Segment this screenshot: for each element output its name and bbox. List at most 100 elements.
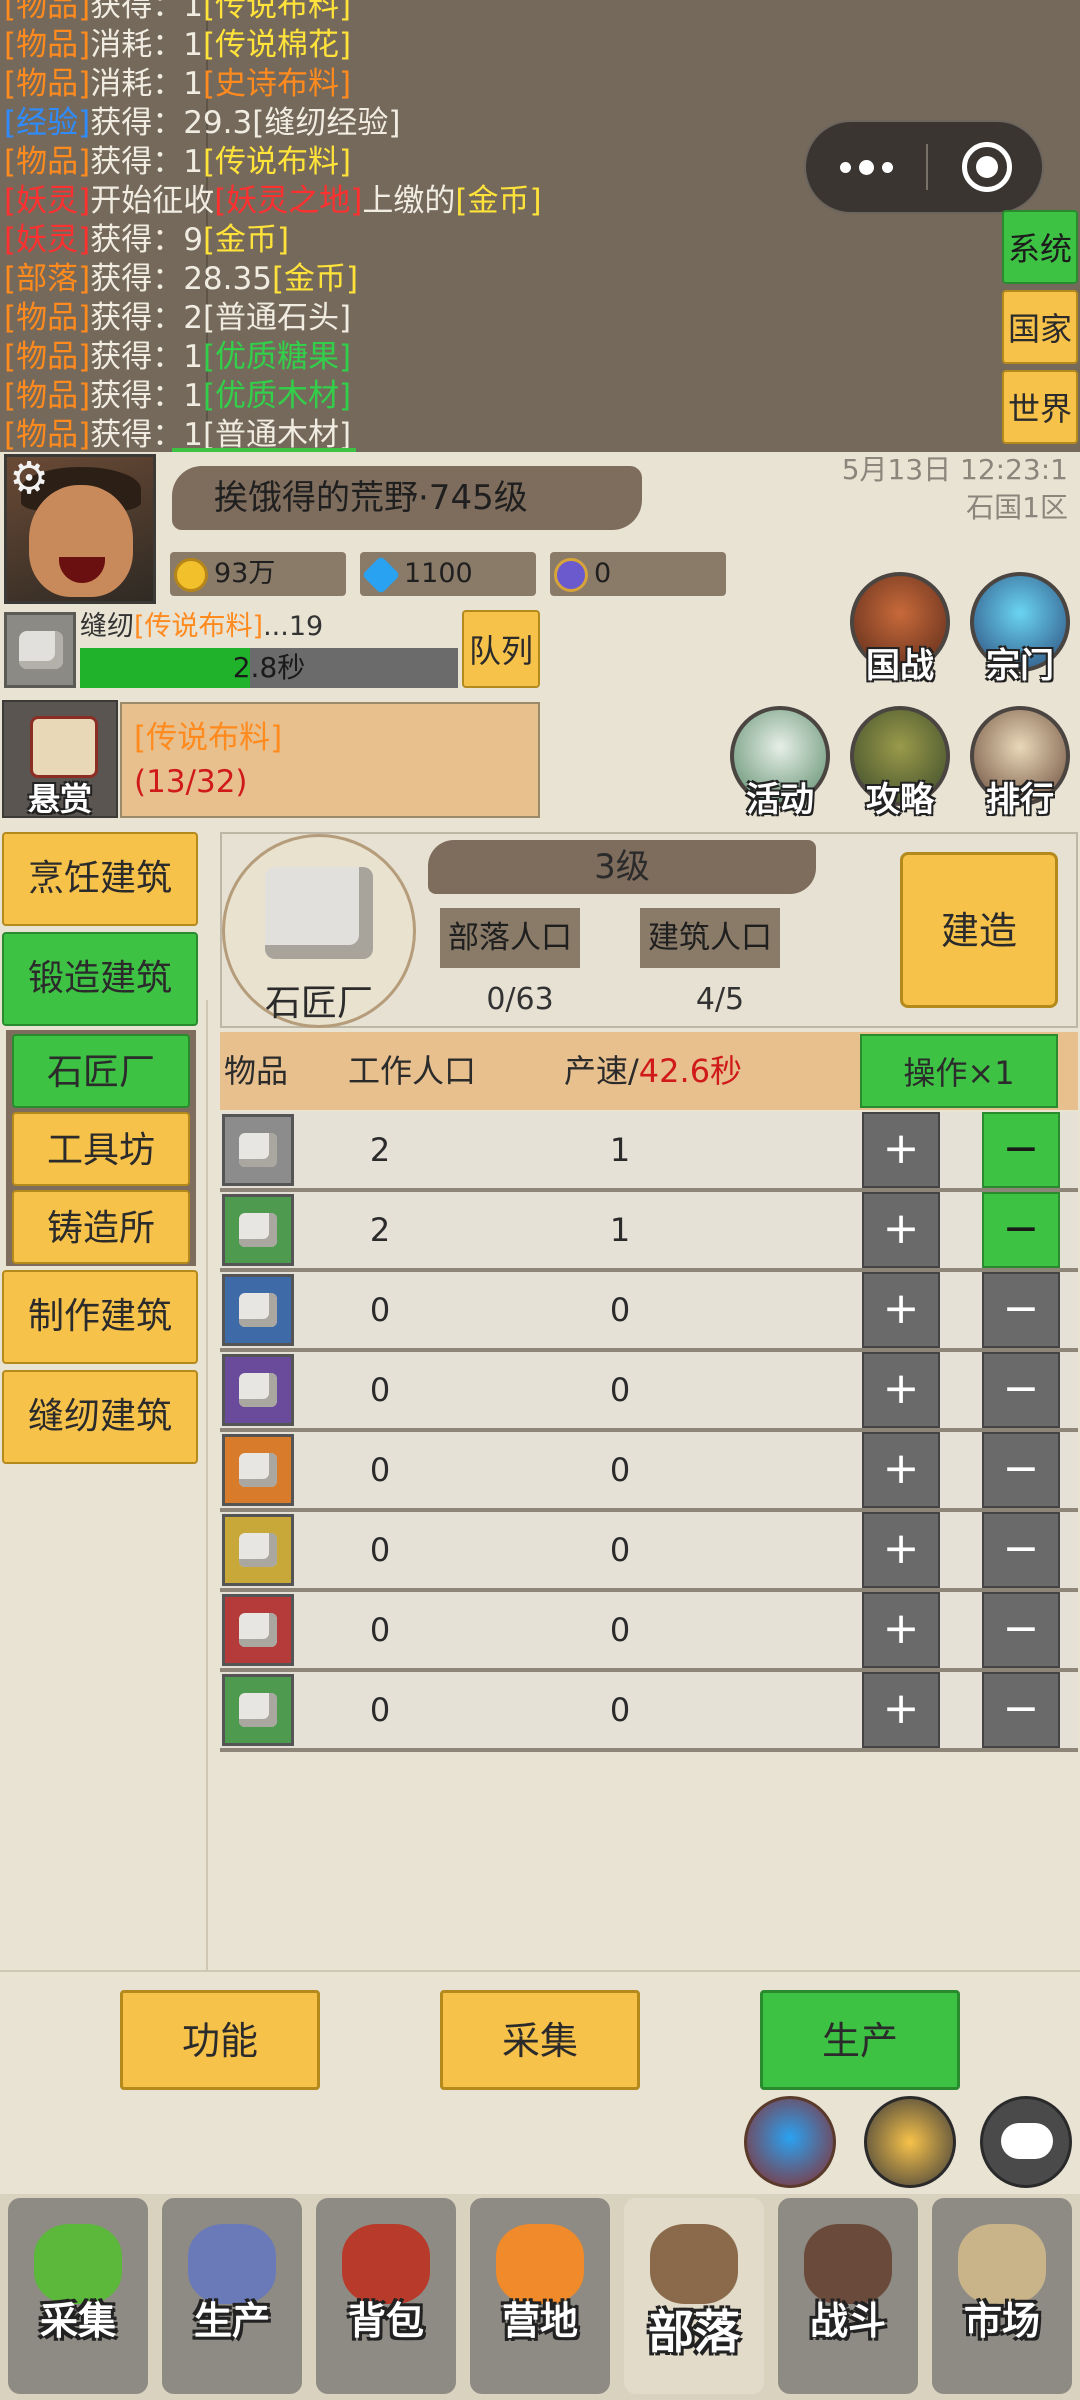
build-button[interactable]: 建造 — [900, 852, 1058, 1008]
decrease-workers-button[interactable]: − — [982, 1672, 1060, 1748]
building-name: 石匠厂 — [264, 983, 373, 1024]
nav-camp-tab[interactable]: 营地 — [466, 2194, 614, 2400]
log-item: [妖灵之地] — [214, 183, 363, 219]
log-category: [部落] — [4, 261, 91, 297]
task-item-icon — [4, 612, 76, 688]
decrease-workers-button[interactable]: − — [982, 1192, 1060, 1268]
log-line: [物品]获得：1[传说布料] — [4, 0, 351, 26]
footer-divider — [0, 1970, 1080, 1972]
close-target-icon[interactable] — [962, 142, 1012, 192]
log-line: [物品]获得：1[优质木材] — [4, 376, 351, 416]
decrease-workers-button[interactable]: − — [982, 1432, 1060, 1508]
decrease-workers-button[interactable]: − — [982, 1272, 1060, 1348]
channel-country-button[interactable]: 国家 — [1002, 290, 1078, 364]
national-war-button[interactable]: 国战 — [848, 572, 952, 686]
stone-block-icon — [265, 867, 373, 959]
chat-bubble-shape — [1001, 2123, 1053, 2159]
log-quantity: 1 — [183, 0, 203, 24]
log-item: [优质糖果] — [202, 339, 352, 375]
bottom-navigation: 采集 生产 背包 营地 部落 战斗 市场 — [0, 2194, 1080, 2400]
gather-button[interactable]: 采集 — [440, 1990, 640, 2090]
category-cooking-button[interactable]: 烹饪建筑 — [2, 832, 198, 926]
log-quantity: 9 — [183, 222, 203, 258]
queue-button[interactable]: 队列 — [462, 610, 540, 688]
log-line: [妖灵]获得：9[金币] — [4, 220, 289, 260]
table-row: 2 1 + − — [220, 1112, 1078, 1192]
increase-workers-button[interactable]: + — [862, 1592, 940, 1668]
sub-tools-button[interactable]: 工具坊 — [12, 1112, 190, 1186]
col-rate-label: 产速/ — [564, 1052, 639, 1090]
col-item-header: 物品 — [224, 1052, 289, 1090]
log-category: [物品] — [4, 378, 91, 414]
nav-bag-label: 背包 — [347, 2299, 424, 2343]
more-menu-icon[interactable] — [806, 122, 926, 212]
workers-value: 0 — [369, 1531, 391, 1569]
category-sewing-button[interactable]: 缝纫建筑 — [2, 1370, 198, 1464]
increase-workers-button[interactable]: + — [862, 1672, 940, 1748]
rate-value: 0 — [609, 1691, 631, 1729]
mail-icon[interactable] — [864, 2096, 956, 2188]
ranking-button[interactable]: 排行 — [968, 706, 1072, 820]
decrease-workers-button[interactable]: − — [982, 1512, 1060, 1588]
sub-foundry-button[interactable]: 铸造所 — [12, 1190, 190, 1264]
log-item: [传说布料] — [202, 0, 352, 24]
workers-value: 0 — [369, 1691, 391, 1729]
sect-button[interactable]: 宗门 — [968, 572, 1072, 686]
category-crafting-button[interactable]: 制作建筑 — [2, 1270, 198, 1364]
left-column-divider — [206, 1000, 208, 1970]
stone-item-icon — [222, 1354, 294, 1426]
ranking-label: 排行 — [986, 780, 1054, 820]
increase-workers-button[interactable]: + — [862, 1112, 940, 1188]
col-workers-header: 工作人口 — [348, 1052, 477, 1090]
chat-bubble-icon[interactable] — [980, 2096, 1072, 2188]
channel-world-button[interactable]: 世界 — [1002, 370, 1078, 444]
increase-workers-button[interactable]: + — [862, 1432, 940, 1508]
shop-gem-icon[interactable] — [744, 2096, 836, 2188]
log-item: [传说棉花] — [202, 27, 352, 63]
nav-tribe-tab[interactable]: 部落 — [620, 2194, 768, 2400]
log-item: [优质木材] — [202, 378, 352, 414]
decrease-workers-button[interactable]: − — [982, 1112, 1060, 1188]
operation-multiplier-button[interactable]: 操作×1 — [860, 1034, 1058, 1108]
log-category: [物品] — [4, 0, 91, 24]
nav-gather-tab[interactable]: 采集 — [4, 2194, 152, 2400]
bounty-label: 悬赏 — [27, 780, 92, 818]
produce-button[interactable]: 生产 — [760, 1990, 960, 2090]
bounty-panel[interactable]: [传说布料] (13/32) — [120, 702, 540, 818]
increase-workers-button[interactable]: + — [862, 1352, 940, 1428]
diamond-resource: 1100 — [360, 552, 536, 596]
decrease-workers-button[interactable]: − — [982, 1592, 1060, 1668]
settings-gear-icon[interactable]: ⚙ — [4, 454, 54, 504]
log-category: [物品] — [4, 417, 91, 452]
log-line: [经验]获得：29.3[缝纫经验] — [4, 103, 400, 143]
nav-bag-tab[interactable]: 背包 — [312, 2194, 460, 2400]
log-item: [金币] — [202, 222, 290, 258]
increase-workers-button[interactable]: + — [862, 1512, 940, 1588]
stone-item-icon — [222, 1594, 294, 1666]
increase-workers-button[interactable]: + — [862, 1272, 940, 1348]
log-quantity: 1 — [183, 66, 203, 102]
category-forging-button[interactable]: 锻造建筑 — [2, 932, 198, 1026]
building-level: 3级 — [594, 847, 650, 887]
event-button[interactable]: 活动 — [728, 706, 832, 820]
function-button[interactable]: 功能 — [120, 1990, 320, 2090]
log-line: [物品]消耗：1[传说棉花] — [4, 25, 351, 65]
message-log[interactable]: [物品]获得：1[传说布料] [物品]消耗：1[传说棉花] [物品]消耗：1[史诗布… — [0, 0, 1080, 452]
table-row: 0 0 + − — [220, 1592, 1078, 1672]
log-item: [普通石头] — [202, 300, 352, 336]
log-line: [妖灵]开始征收[妖灵之地]上缴的[金币] — [4, 181, 542, 221]
nav-market-tab[interactable]: 市场 — [928, 2194, 1076, 2400]
sub-mason-button[interactable]: 石匠厂 — [12, 1034, 190, 1108]
log-item: [缝纫经验] — [252, 105, 401, 141]
nav-battle-tab[interactable]: 战斗 — [774, 2194, 922, 2400]
log-action: 消耗： — [90, 27, 184, 63]
guide-button[interactable]: 攻略 — [848, 706, 952, 820]
increase-workers-button[interactable]: + — [862, 1192, 940, 1268]
channel-system-button[interactable]: 系统 — [1002, 210, 1078, 284]
log-quantity: 2 — [183, 300, 203, 336]
decrease-workers-button[interactable]: − — [982, 1352, 1060, 1428]
bounty-button[interactable]: 悬赏 — [2, 700, 118, 818]
nav-produce-tab[interactable]: 生产 — [158, 2194, 306, 2400]
task-progress-bar: 2.8秒 — [80, 648, 458, 688]
national-war-label: 国战 — [866, 646, 934, 686]
